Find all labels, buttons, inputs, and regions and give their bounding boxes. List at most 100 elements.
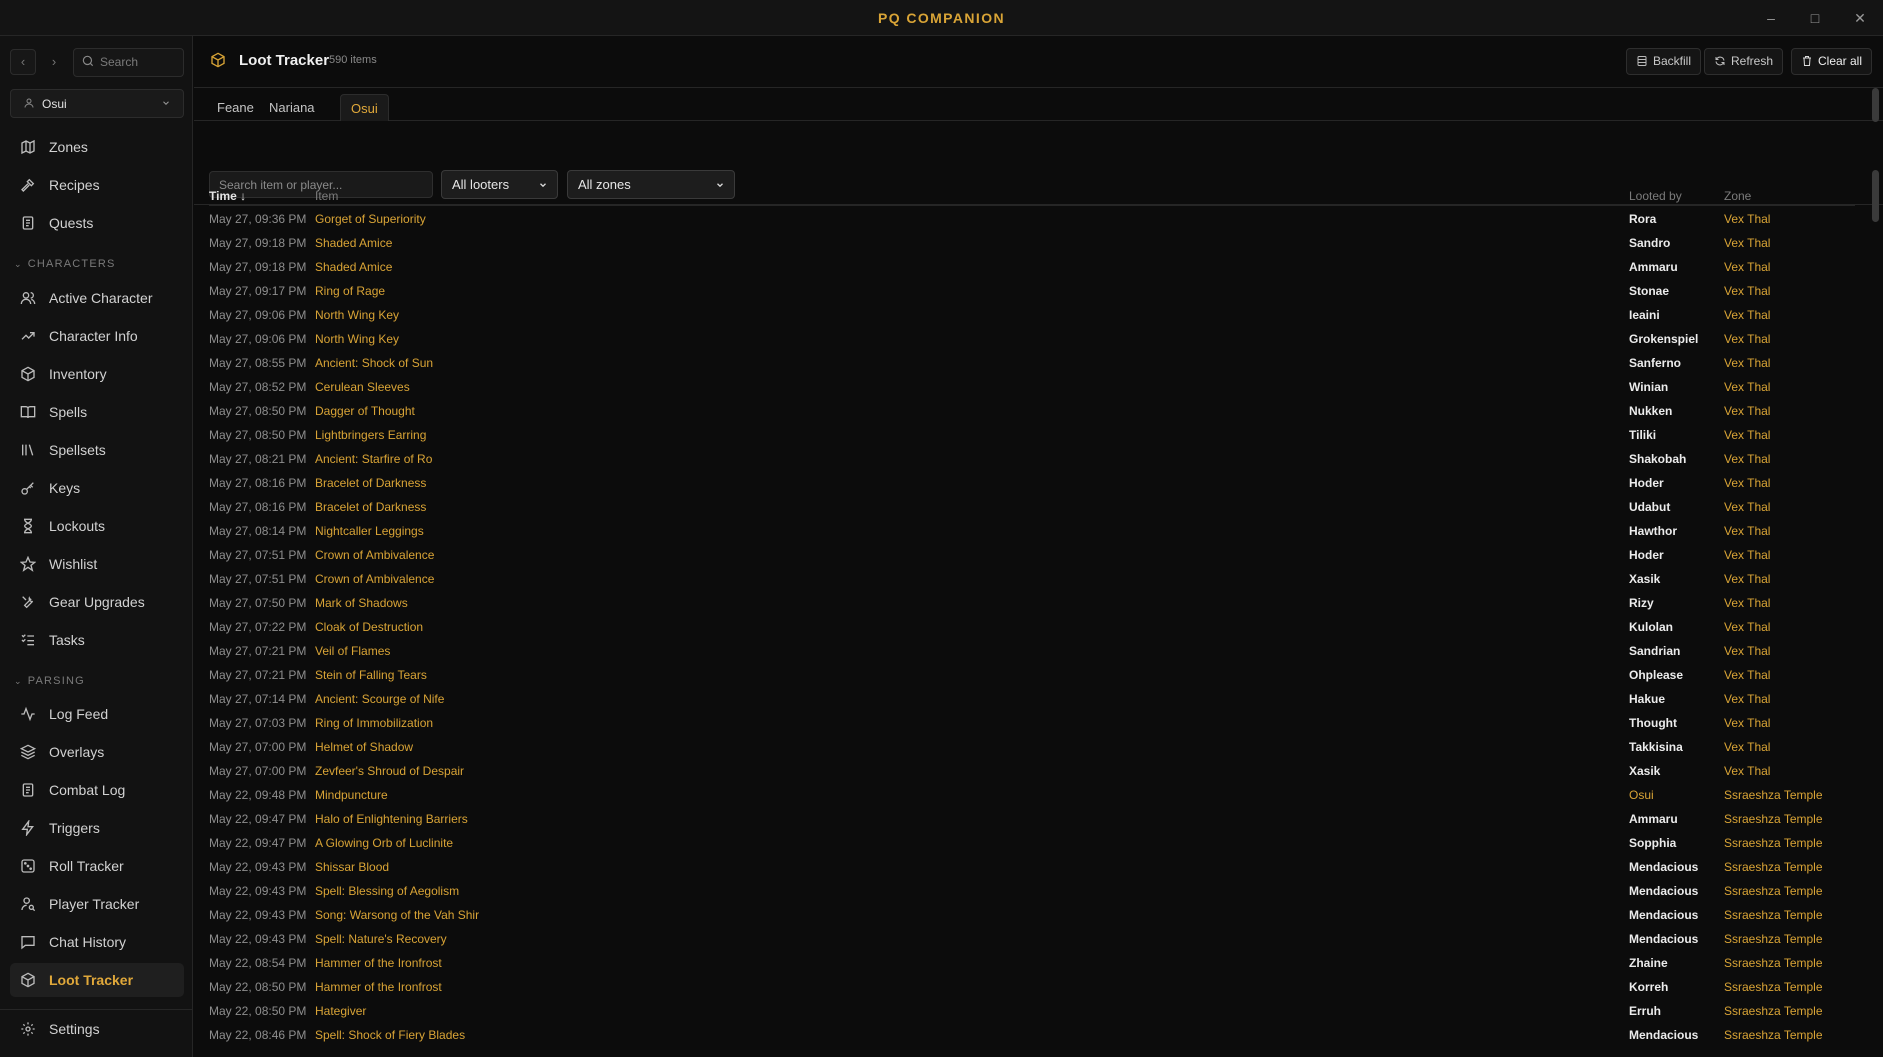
column-zone[interactable]: Zone — [1724, 189, 1751, 203]
table-row[interactable]: May 22, 09:47 PM A Glowing Orb of Luclini… — [209, 831, 1855, 855]
table-row[interactable]: May 22, 09:43 PM Song: Warsong of the Vah… — [209, 903, 1855, 927]
table-row[interactable]: May 22, 08:50 PM Hammer of the Ironfrost K… — [209, 975, 1855, 999]
loot-item-link[interactable]: Crown of Ambivalence — [315, 548, 434, 562]
loot-item-link[interactable]: Song: Warsong of the Vah Shir — [315, 908, 479, 922]
loot-item-link[interactable]: Ancient: Scourge of Nife — [315, 692, 444, 706]
sidebar-item-quests[interactable]: Quests — [10, 206, 184, 240]
table-row[interactable]: May 22, 08:46 PM Spell: Shock of Fiery Bl… — [209, 1023, 1855, 1047]
table-row[interactable]: May 27, 08:16 PM Bracelet of Darkness Udab… — [209, 495, 1855, 519]
sidebar-item-chat-history[interactable]: Chat History — [10, 925, 184, 959]
table-row[interactable]: May 22, 09:43 PM Shissar Blood Mendacious S… — [209, 855, 1855, 879]
loot-item-link[interactable]: Shaded Amice — [315, 236, 392, 250]
clear-all-button[interactable]: Clear all — [1791, 48, 1873, 75]
loot-item-link[interactable]: Ring of Rage — [315, 284, 385, 298]
loot-item-link[interactable]: Ring of Immobilization — [315, 716, 433, 730]
table-row[interactable]: May 27, 07:14 PM Ancient: Scourge of Nife… — [209, 687, 1855, 711]
loot-item-link[interactable]: Dagger of Thought — [315, 404, 415, 418]
table-row[interactable]: May 27, 09:18 PM Shaded Amice Sandro Vex Th… — [209, 231, 1855, 255]
sidebar-item-active-character[interactable]: Active Character — [10, 281, 184, 315]
table-row[interactable]: May 22, 09:43 PM Spell: Nature's Recovery… — [209, 927, 1855, 951]
tab-osui[interactable]: Osui — [340, 94, 389, 121]
section-parsing[interactable]: ⌄ PARSING — [14, 675, 85, 687]
table-row[interactable]: May 27, 07:22 PM Cloak of Destruction Kulo… — [209, 615, 1855, 639]
loot-item-link[interactable]: Bracelet of Darkness — [315, 500, 426, 514]
loot-item-link[interactable]: Cloak of Destruction — [315, 620, 423, 634]
loot-item-link[interactable]: Spell: Shock of Fiery Blades — [315, 1028, 465, 1042]
loot-item-link[interactable]: Crown of Ambivalence — [315, 572, 434, 586]
sidebar-item-character-info[interactable]: Character Info — [10, 319, 184, 353]
loot-item-link[interactable]: Veil of Flames — [315, 644, 390, 658]
table-row[interactable]: May 22, 09:43 PM Spell: Blessing of Aegol… — [209, 879, 1855, 903]
table-row[interactable]: May 27, 07:03 PM Ring of Immobilization Th… — [209, 711, 1855, 735]
sidebar-item-roll-tracker[interactable]: Roll Tracker — [10, 849, 184, 883]
backfill-button[interactable]: Backfill — [1626, 48, 1702, 75]
sidebar-item-log-feed[interactable]: Log Feed — [10, 697, 184, 731]
sidebar-search-input[interactable] — [100, 55, 180, 69]
loot-item-link[interactable]: Shissar Blood — [315, 860, 389, 874]
sidebar-item-zones[interactable]: Zones — [10, 130, 184, 164]
table-row[interactable]: May 27, 08:21 PM Ancient: Starfire of Ro S… — [209, 447, 1855, 471]
tab-feane[interactable]: Feane — [207, 94, 264, 121]
column-time[interactable]: Time ↓ — [209, 189, 246, 203]
loot-item-link[interactable]: Ancient: Starfire of Ro — [315, 452, 432, 466]
forward-button[interactable]: › — [41, 49, 67, 75]
table-row[interactable]: May 27, 09:06 PM North Wing Key Grokenspie… — [209, 327, 1855, 351]
table-row[interactable]: May 27, 09:18 PM Shaded Amice Ammaru Vex Th… — [209, 255, 1855, 279]
header-scrollbar[interactable] — [1872, 88, 1879, 122]
close-window-button[interactable]: ✕ — [1847, 8, 1873, 28]
table-row[interactable]: May 27, 08:50 PM Lightbringers Earring Til… — [209, 423, 1855, 447]
table-row[interactable]: May 22, 08:50 PM Hategiver Erruh Ssraeshza … — [209, 999, 1855, 1023]
loot-item-link[interactable]: Helmet of Shadow — [315, 740, 413, 754]
minimize-button[interactable]: – — [1758, 8, 1784, 28]
table-scrollbar[interactable] — [1872, 170, 1879, 222]
table-row[interactable]: May 22, 08:54 PM Hammer of the Ironfrost Z… — [209, 951, 1855, 975]
sidebar-item-triggers[interactable]: Triggers — [10, 811, 184, 845]
loot-item-link[interactable]: Ancient: Shock of Sun — [315, 356, 433, 370]
loot-item-link[interactable]: Zevfeer's Shroud of Despair — [315, 764, 464, 778]
table-row[interactable]: May 22, 09:47 PM Halo of Enlightening Bar… — [209, 807, 1855, 831]
sidebar-item-inventory[interactable]: Inventory — [10, 357, 184, 391]
table-row[interactable]: May 27, 08:14 PM Nightcaller Leggings Hawt… — [209, 519, 1855, 543]
sidebar-item-overlays[interactable]: Overlays — [10, 735, 184, 769]
table-row[interactable]: May 27, 07:00 PM Zevfeer's Shroud of Desp… — [209, 759, 1855, 783]
loot-item-link[interactable]: Nightcaller Leggings — [315, 524, 424, 538]
loot-item-link[interactable]: Spell: Blessing of Aegolism — [315, 884, 459, 898]
table-row[interactable]: May 27, 07:21 PM Veil of Flames Sandrian Ve… — [209, 639, 1855, 663]
sidebar-item-combat-log[interactable]: Combat Log — [10, 773, 184, 807]
sidebar-item-gear-upgrades[interactable]: Gear Upgrades — [10, 585, 184, 619]
tab-nariana[interactable]: Nariana — [259, 94, 325, 121]
character-select[interactable]: Osui — [10, 89, 184, 118]
table-row[interactable]: May 27, 07:51 PM Crown of Ambivalence Hode… — [209, 543, 1855, 567]
column-looter[interactable]: Looted by — [1629, 189, 1682, 203]
sidebar-item-player-tracker[interactable]: Player Tracker — [10, 887, 184, 921]
refresh-button[interactable]: Refresh — [1704, 48, 1784, 75]
back-button[interactable]: ‹ — [10, 49, 36, 75]
loot-item-link[interactable]: Hammer of the Ironfrost — [315, 956, 442, 970]
sidebar-item-loot-tracker[interactable]: Loot Tracker — [10, 963, 184, 997]
table-row[interactable]: May 27, 07:21 PM Stein of Falling Tears Oh… — [209, 663, 1855, 687]
loot-item-link[interactable]: North Wing Key — [315, 332, 399, 346]
table-row[interactable]: May 27, 08:16 PM Bracelet of Darkness Hode… — [209, 471, 1855, 495]
table-row[interactable]: May 27, 07:51 PM Crown of Ambivalence Xasi… — [209, 567, 1855, 591]
table-row[interactable]: May 27, 09:17 PM Ring of Rage Stonae Vex Th… — [209, 279, 1855, 303]
loot-item-link[interactable]: Mark of Shadows — [315, 596, 408, 610]
column-item[interactable]: Item — [315, 189, 338, 203]
table-row[interactable]: May 22, 09:48 PM Mindpuncture Osui Ssraeshz… — [209, 783, 1855, 807]
loot-item-link[interactable]: Cerulean Sleeves — [315, 380, 410, 394]
loot-item-link[interactable]: Spell: Nature's Recovery — [315, 932, 447, 946]
loot-item-link[interactable]: Shaded Amice — [315, 260, 392, 274]
sidebar-item-recipes[interactable]: Recipes — [10, 168, 184, 202]
table-row[interactable]: May 27, 08:52 PM Cerulean Sleeves Winian Ve… — [209, 375, 1855, 399]
sidebar-item-spells[interactable]: Spells — [10, 395, 184, 429]
table-row[interactable]: May 27, 07:50 PM Mark of Shadows Rizy Vex T… — [209, 591, 1855, 615]
sidebar-item-wishlist[interactable]: Wishlist — [10, 547, 184, 581]
table-row[interactable]: May 27, 09:36 PM Gorget of Superiority Ror… — [209, 207, 1855, 231]
sidebar-search[interactable] — [73, 48, 184, 77]
loot-item-link[interactable]: Mindpuncture — [315, 788, 388, 802]
sidebar-item-keys[interactable]: Keys — [10, 471, 184, 505]
loot-item-link[interactable]: A Glowing Orb of Luclinite — [315, 836, 453, 850]
sidebar-item-spellsets[interactable]: Spellsets — [10, 433, 184, 467]
table-row[interactable]: May 27, 08:55 PM Ancient: Shock of Sun San… — [209, 351, 1855, 375]
section-characters[interactable]: ⌄ CHARACTERS — [14, 258, 116, 270]
table-row[interactable]: May 27, 09:06 PM North Wing Key Ieaini Vex … — [209, 303, 1855, 327]
